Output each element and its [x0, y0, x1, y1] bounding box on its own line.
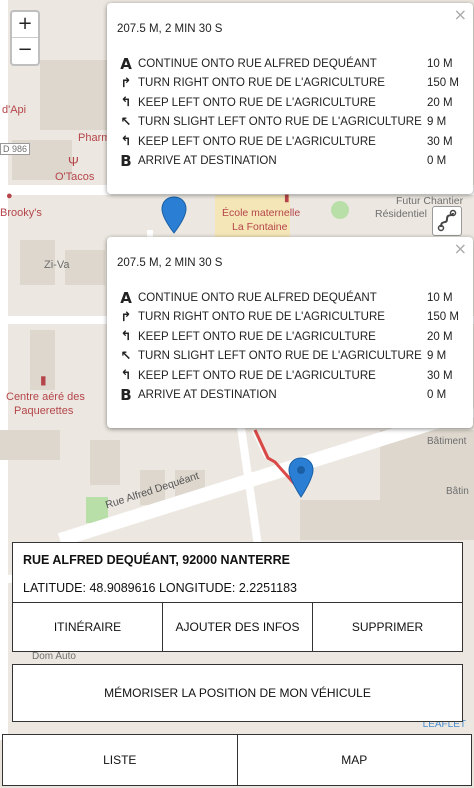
- map-label: Brooky's: [0, 207, 42, 219]
- map-label: Dom Auto: [32, 651, 76, 662]
- location-actions: ITINÉRAIRE AJOUTER DES INFOS SUPPRIMER: [12, 602, 463, 652]
- start-icon: A: [120, 54, 132, 73]
- route-summary: 207.5 M, 2 MIN 30 S: [117, 23, 223, 35]
- instruction-row[interactable]: ↰ KEEP LEFT ONTO RUE DE L'AGRICULTURE 20 M: [117, 327, 463, 347]
- close-panel-button[interactable]: ×: [454, 5, 467, 24]
- slight-left-icon: ↖: [120, 348, 132, 364]
- location-info-card: RUE ALFRED DEQUÉANT, 92000 NANTERRE LATI…: [12, 542, 463, 604]
- instruction-list: A CONTINUE ONTO RUE ALFRED DEQUÉANT 10 M ↱…: [117, 288, 463, 405]
- destination-icon: B: [120, 152, 132, 171]
- instruction-row[interactable]: ↰ KEEP LEFT ONTO RUE DE L'AGRICULTURE 20 M: [117, 93, 463, 113]
- list-tab[interactable]: LISTE: [2, 734, 238, 786]
- map-label: O'Tacos: [55, 171, 95, 183]
- route-instructions-panel: × 207.5 M, 2 MIN 30 S A CONTINUE ONTO RUE…: [107, 237, 473, 428]
- instruction-list: A CONTINUE ONTO RUE ALFRED DEQUÉANT 10 M ↱…: [117, 54, 463, 171]
- zoom-in-button[interactable]: +: [12, 12, 38, 38]
- keep-left-icon: ↰: [120, 368, 132, 384]
- map-tab[interactable]: MAP: [237, 734, 472, 786]
- route-summary: 207.5 M, 2 MIN 30 S: [117, 257, 223, 269]
- instruction-row[interactable]: ↱ TURN RIGHT ONTO RUE DE L'AGRICULTURE 150…: [117, 74, 463, 94]
- close-panel-button[interactable]: ×: [454, 239, 467, 258]
- zoom-out-button[interactable]: −: [12, 38, 38, 64]
- school-icon: ▮: [40, 373, 47, 387]
- instruction-row[interactable]: A CONTINUE ONTO RUE ALFRED DEQUÉANT 10 M: [117, 288, 463, 308]
- map-label: Résidentiel: [375, 208, 427, 220]
- turn-right-icon: ↱: [120, 75, 132, 91]
- itinerary-button[interactable]: ITINÉRAIRE: [12, 602, 163, 652]
- instruction-row[interactable]: ↖ TURN SLIGHT LEFT ONTO RUE DE L'AGRICULT…: [117, 347, 463, 367]
- keep-left-icon: ↰: [120, 134, 132, 150]
- map-label: La Fontaine: [232, 221, 288, 233]
- map-label: Bâtin: [446, 486, 469, 497]
- map-label: Zi-Va: [44, 259, 70, 271]
- map-label: Paquerettes: [14, 405, 74, 417]
- instruction-row[interactable]: ↱ TURN RIGHT ONTO RUE DE L'AGRICULTURE 150…: [117, 308, 463, 328]
- destination-icon: B: [120, 386, 132, 405]
- instruction-row[interactable]: B ARRIVE AT DESTINATION 0 M: [117, 152, 463, 172]
- instruction-row[interactable]: ↰ KEEP LEFT ONTO RUE DE L'AGRICULTURE 30 M: [117, 366, 463, 386]
- add-info-button[interactable]: AJOUTER DES INFOS: [163, 602, 313, 652]
- route-icon: [437, 209, 457, 232]
- destination-marker-icon[interactable]: [288, 457, 314, 499]
- instruction-row[interactable]: B ARRIVE AT DESTINATION 0 M: [117, 386, 463, 406]
- keep-left-icon: ↰: [120, 329, 132, 345]
- map-label: Centre aéré des: [6, 391, 85, 403]
- school-icon: ▮: [284, 193, 290, 204]
- food-icon: ●: [6, 190, 13, 202]
- instruction-row[interactable]: ↖ TURN SLIGHT LEFT ONTO RUE DE L'AGRICULT…: [117, 113, 463, 133]
- delete-button[interactable]: SUPPRIMER: [313, 602, 463, 652]
- map-label: d'Api: [2, 104, 27, 116]
- route-toggle-button[interactable]: [432, 206, 462, 236]
- save-vehicle-position-button[interactable]: MÉMORISER LA POSITION DE MON VÉHICULE: [12, 664, 463, 722]
- start-marker-icon[interactable]: [161, 196, 187, 234]
- location-coordinates: LATITUDE: 48.9089616 LONGITUDE: 2.225118…: [23, 581, 297, 595]
- start-icon: A: [120, 288, 132, 307]
- restaurant-icon: Ψ: [68, 154, 79, 169]
- zoom-control: + −: [10, 10, 40, 66]
- road-shield: D 986: [0, 143, 31, 155]
- turn-right-icon: ↱: [120, 309, 132, 325]
- map-label: Bâtiment: [427, 436, 467, 447]
- route-instructions-panel: × 207.5 M, 2 MIN 30 S A CONTINUE ONTO RUE…: [107, 3, 473, 194]
- instruction-row[interactable]: A CONTINUE ONTO RUE ALFRED DEQUÉANT 10 M: [117, 54, 463, 74]
- map-label: Pharm: [78, 132, 111, 144]
- bottom-navigation: LISTE MAP: [2, 734, 472, 786]
- slight-left-icon: ↖: [120, 114, 132, 130]
- keep-left-icon: ↰: [120, 95, 132, 111]
- map-label: École maternelle: [222, 207, 301, 219]
- location-address: RUE ALFRED DEQUÉANT, 92000 NANTERRE: [23, 553, 290, 567]
- instruction-row[interactable]: ↰ KEEP LEFT ONTO RUE DE L'AGRICULTURE 30 M: [117, 132, 463, 152]
